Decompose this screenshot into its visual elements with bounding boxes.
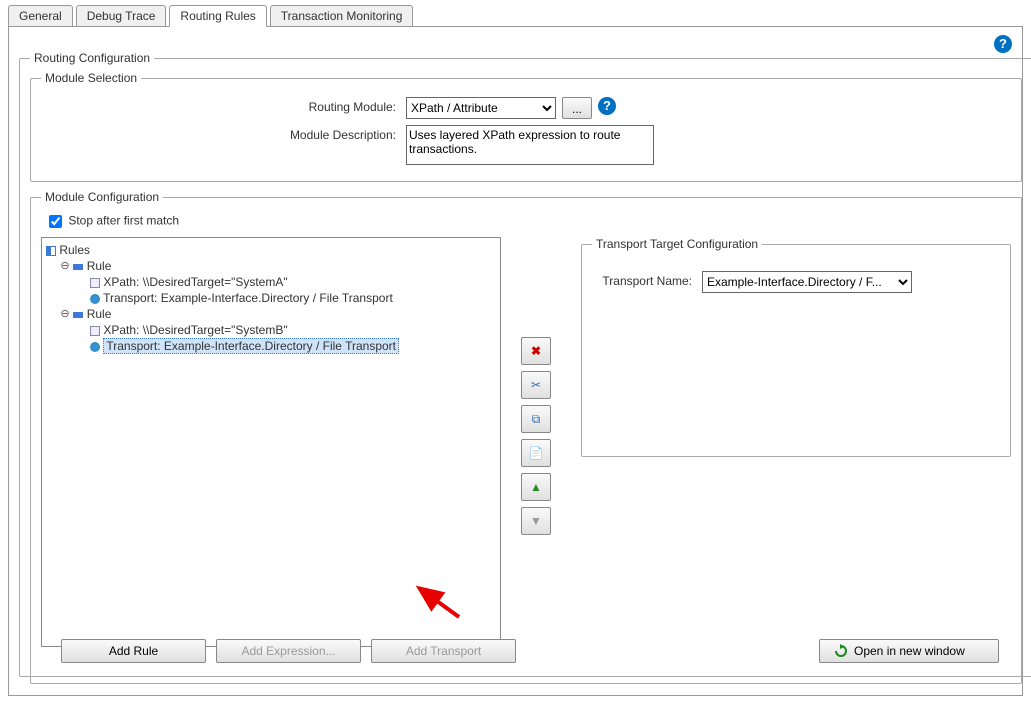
toggle-icon[interactable]: ⊖	[60, 262, 70, 272]
transport-name-label: Transport Name:	[592, 271, 702, 288]
transport-name-select[interactable]: Example-Interface.Directory / F...	[702, 271, 912, 293]
open-in-new-window-button[interactable]: Open in new window	[819, 639, 999, 663]
arrow-up-icon: ▲	[530, 480, 542, 494]
delete-icon: ✖	[531, 344, 541, 358]
routing-module-label: Routing Module:	[261, 97, 406, 114]
module-description-label: Module Description:	[261, 125, 406, 142]
paste-icon: 📄	[529, 446, 544, 460]
paste-button[interactable]: 📄	[521, 439, 551, 467]
open-window-icon	[834, 644, 848, 658]
copy-button[interactable]: ⧉	[521, 405, 551, 433]
tab-general[interactable]: General	[8, 5, 73, 26]
tree-rule-2-xpath[interactable]: XPath: \\DesiredTarget="SystemB"	[90, 322, 496, 338]
tab-transaction-monitoring[interactable]: Transaction Monitoring	[270, 5, 414, 26]
module-configuration-fieldset: Module Configuration Stop after first ma…	[30, 190, 1022, 684]
transport-target-config-fieldset: Transport Target Configuration Transport…	[581, 237, 1011, 457]
transport-icon	[90, 342, 100, 352]
module-configuration-legend: Module Configuration	[41, 190, 163, 204]
routing-configuration-fieldset: Routing Configuration Module Selection R…	[19, 51, 1031, 677]
tab-routing-rules[interactable]: Routing Rules	[169, 5, 266, 27]
module-selection-legend: Module Selection	[41, 71, 141, 85]
routing-module-browse-button[interactable]: ...	[562, 97, 592, 119]
add-expression-button[interactable]: Add Expression...	[216, 639, 361, 663]
routing-rules-panel: ? Routing Configuration Module Selection…	[8, 26, 1023, 696]
cut-icon: ✂	[531, 378, 541, 392]
tree-root[interactable]: Rules	[46, 242, 496, 258]
routing-module-select[interactable]: XPath / Attribute	[406, 97, 556, 119]
cut-button[interactable]: ✂	[521, 371, 551, 399]
tab-debug-trace[interactable]: Debug Trace	[76, 5, 167, 26]
delete-button[interactable]: ✖	[521, 337, 551, 365]
module-selection-fieldset: Module Selection Routing Module: XPath /…	[30, 71, 1022, 182]
move-down-button[interactable]: ▼	[521, 507, 551, 535]
stop-after-first-match-checkbox[interactable]	[49, 215, 62, 228]
add-rule-button[interactable]: Add Rule	[61, 639, 206, 663]
toggle-icon[interactable]: ⊖	[60, 310, 70, 320]
xpath-icon	[90, 326, 100, 336]
transport-icon	[90, 294, 100, 304]
tree-rule-1[interactable]: ⊖ Rule	[60, 258, 496, 274]
tree-rule-2-transport[interactable]: Transport: Example-Interface.Directory /…	[90, 338, 496, 354]
copy-icon: ⧉	[532, 412, 541, 427]
tree-rule-1-transport[interactable]: Transport: Example-Interface.Directory /…	[90, 290, 496, 306]
rule-icon	[73, 312, 83, 318]
arrow-down-icon: ▼	[530, 514, 542, 528]
move-up-button[interactable]: ▲	[521, 473, 551, 501]
help-icon[interactable]: ?	[994, 35, 1012, 53]
module-description-textarea[interactable]: Uses layered XPath expression to route t…	[406, 125, 654, 165]
routing-module-help-icon[interactable]: ?	[598, 97, 616, 115]
stop-after-first-match-label: Stop after first match	[68, 214, 179, 228]
tree-rule-2[interactable]: ⊖ Rule	[60, 306, 496, 322]
xpath-icon	[90, 278, 100, 288]
rule-icon	[73, 264, 83, 270]
tree-rule-1-xpath[interactable]: XPath: \\DesiredTarget="SystemA"	[90, 274, 496, 290]
routing-configuration-legend: Routing Configuration	[30, 51, 154, 65]
rules-tree[interactable]: Rules ⊖ Rule XPath: \\DesiredTarget="Sys…	[41, 237, 501, 647]
add-transport-button[interactable]: Add Transport	[371, 639, 516, 663]
transport-target-config-legend: Transport Target Configuration	[592, 237, 762, 251]
rules-icon	[46, 246, 56, 256]
